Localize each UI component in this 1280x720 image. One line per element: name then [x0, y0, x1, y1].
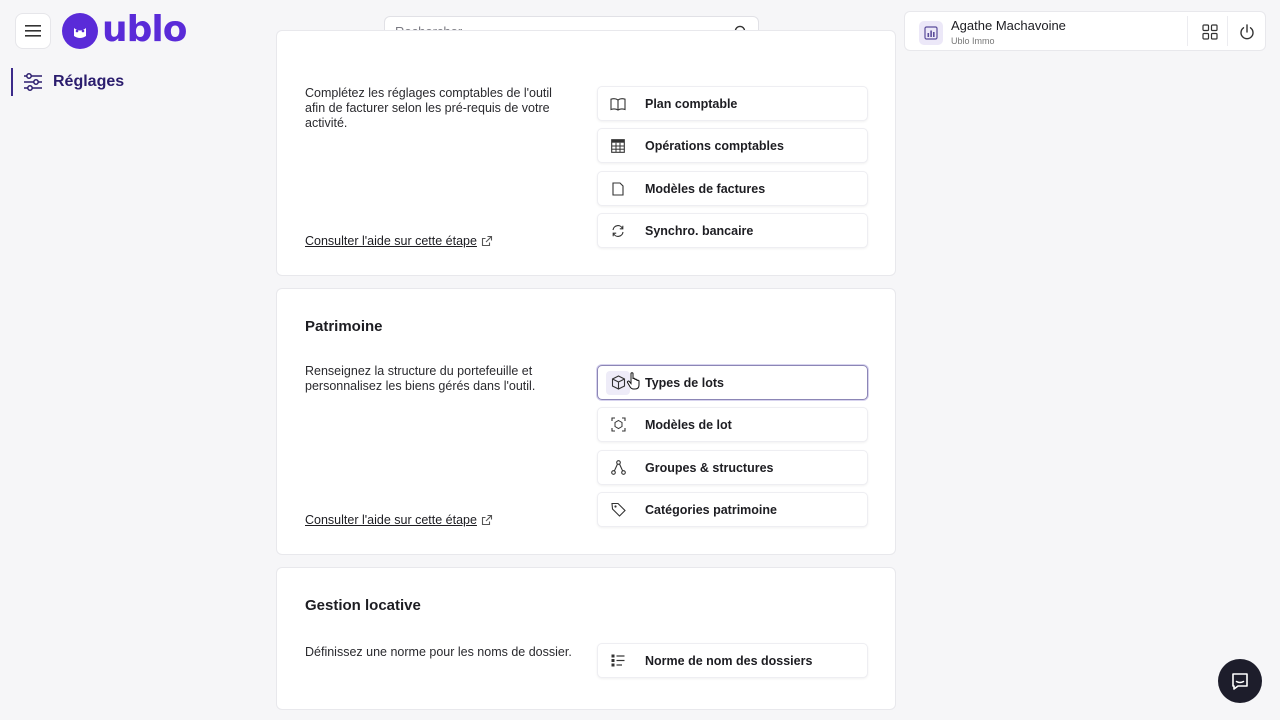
sliders-icon	[24, 73, 42, 91]
user-organization: Ublo Immo	[951, 36, 995, 46]
option-label: Norme de nom des dossiers	[645, 653, 813, 668]
section-title: Gestion locative	[305, 597, 421, 614]
help-link-label: Consulter l'aide sur cette étape	[305, 234, 477, 248]
logout-button[interactable]	[1233, 18, 1261, 46]
scan-icon	[610, 417, 626, 432]
menu-button[interactable]	[15, 13, 51, 49]
apps-grid-icon	[1202, 24, 1218, 40]
cube-icon	[611, 375, 625, 390]
option-synchro-bancaire[interactable]: Synchro. bancaire	[597, 213, 868, 248]
hamburger-icon	[25, 25, 41, 37]
document-icon	[612, 181, 624, 196]
building-chart-icon	[924, 26, 938, 40]
help-link[interactable]: Consulter l'aide sur cette étape	[305, 513, 493, 527]
user-name[interactable]: Agathe Machavoine	[951, 18, 1066, 33]
option-modeles-factures[interactable]: Modèles de factures	[597, 171, 868, 206]
option-categories-patrimoine[interactable]: Catégories patrimoine	[597, 492, 868, 527]
option-label: Synchro. bancaire	[645, 223, 754, 238]
section-description: Définissez une norme pour les noms de do…	[305, 645, 572, 659]
option-label: Modèles de factures	[645, 181, 766, 196]
book-icon	[610, 97, 626, 111]
power-icon	[1240, 24, 1254, 40]
user-panel: Agathe Machavoine Ublo Immo	[904, 11, 1266, 51]
logo[interactable]: ublo	[60, 9, 187, 50]
option-label: Groupes & structures	[645, 460, 774, 475]
divider	[1187, 16, 1188, 46]
section-description: Renseignez la structure du portefeuille …	[305, 364, 536, 393]
sync-icon	[612, 224, 624, 237]
help-link[interactable]: Consulter l'aide sur cette étape	[305, 234, 493, 248]
option-norme-nom-dossiers[interactable]: Norme de nom des dossiers	[597, 643, 868, 678]
option-label: Types de lots	[645, 375, 724, 390]
option-modeles-de-lot[interactable]: Modèles de lot	[597, 407, 868, 442]
section-description: Complétez les réglages comptables de l'o…	[305, 86, 552, 130]
apps-button[interactable]	[1196, 18, 1224, 46]
table-icon	[611, 138, 625, 153]
option-label: Opérations comptables	[645, 138, 784, 153]
option-label: Modèles de lot	[645, 417, 732, 432]
user-avatar[interactable]	[919, 21, 943, 45]
sidebar-item-label: Réglages	[53, 73, 125, 90]
list-icon	[611, 654, 625, 667]
logo-text: ublo	[102, 9, 187, 50]
external-link-icon	[481, 514, 492, 526]
hand-cursor-icon	[626, 372, 640, 390]
option-groupes-structures[interactable]: Groupes & structures	[597, 450, 868, 485]
divider	[1227, 16, 1228, 46]
section-card-patrimoine: Patrimoine Renseignez la structure du po…	[276, 288, 896, 555]
section-card-gestion-locative: Gestion locative Définissez une norme po…	[276, 567, 896, 710]
option-label: Catégories patrimoine	[645, 502, 777, 517]
chat-icon	[1232, 673, 1248, 690]
chat-support-button[interactable]	[1218, 659, 1262, 703]
ublo-cat-icon	[62, 13, 98, 49]
help-link-label: Consulter l'aide sur cette étape	[305, 513, 477, 527]
tag-icon	[610, 502, 626, 517]
section-title: Patrimoine	[305, 318, 383, 335]
external-link-icon	[481, 235, 492, 247]
hierarchy-icon	[610, 460, 626, 475]
sidebar-item-reglages[interactable]: Réglages	[11, 68, 124, 96]
option-operations-comptables[interactable]: Opérations comptables	[597, 128, 868, 163]
option-plan-comptable[interactable]: Plan comptable	[597, 86, 868, 121]
section-card-accounting: Complétez les réglages comptables de l'o…	[276, 30, 896, 276]
option-label: Plan comptable	[645, 96, 738, 111]
